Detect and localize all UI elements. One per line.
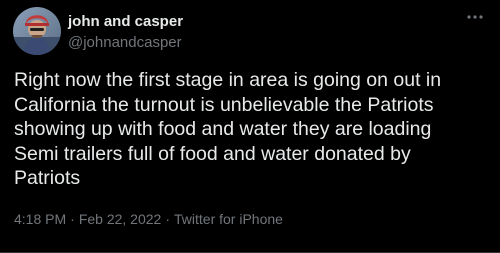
tweet-date[interactable]: Feb 22, 2022 [79,211,162,227]
more-options-button[interactable] [460,6,490,28]
author-avatar[interactable] [13,7,61,55]
tweet-metadata: 4:18 PM · Feb 22, 2022 · Twitter for iPhone [14,211,283,227]
author-handle[interactable]: @johnandcasper [68,34,182,51]
tweet-time[interactable]: 4:18 PM [14,211,66,227]
meta-separator: · [165,211,170,227]
profile-avatar-icon [13,7,61,55]
tweet-text: Right now the first stage in area is goi… [14,69,442,189]
tweet-source[interactable]: Twitter for iPhone [174,211,283,227]
tweet-card: john and casper @johnandcasper Right now… [0,0,500,253]
meta-separator: · [70,211,75,227]
more-options-icon [467,15,483,19]
author-display-name[interactable]: john and casper [68,13,183,30]
